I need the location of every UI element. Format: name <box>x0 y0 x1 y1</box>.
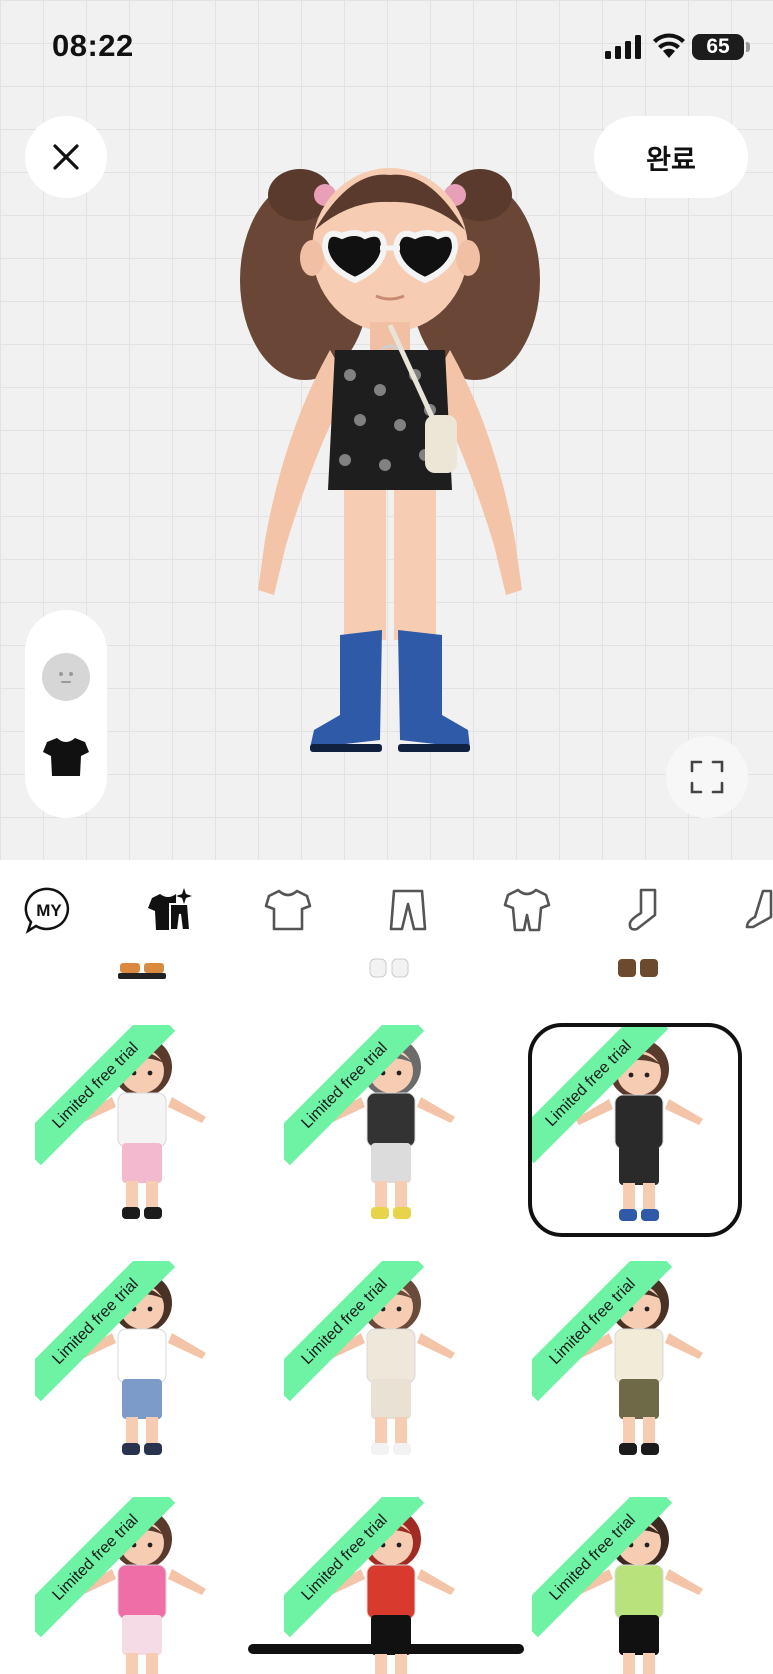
close-button[interactable] <box>25 116 107 198</box>
battery-icon: 65 <box>692 34 744 60</box>
fullscreen-button[interactable] <box>666 736 748 818</box>
outfit-mode-button[interactable] <box>39 730 93 784</box>
outfit-set-icon <box>148 888 192 931</box>
tshirt-icon <box>264 889 312 931</box>
fullscreen-icon <box>690 760 724 794</box>
onepiece-icon <box>503 888 551 932</box>
outfit-card[interactable]: Limited free trial <box>284 1025 498 1239</box>
done-button[interactable]: 완료 <box>594 116 748 198</box>
close-icon <box>53 144 79 170</box>
face-icon <box>59 672 73 683</box>
sock-icon <box>628 888 657 931</box>
battery-level: 65 <box>706 35 730 58</box>
outfit-card[interactable]: Limited free trial <box>528 1023 742 1237</box>
tab-my-label: MY <box>36 901 62 920</box>
outfit-avatar-figure <box>575 1273 703 1455</box>
tab-socks[interactable] <box>617 882 673 938</box>
status-time: 08:22 <box>52 28 134 63</box>
tab-onepiece[interactable] <box>499 882 555 938</box>
view-mode-panel <box>25 610 107 818</box>
outfit-card[interactable]: Limited free trial <box>284 1261 498 1475</box>
battery-tip <box>746 42 750 52</box>
shirt-icon <box>43 738 89 776</box>
tab-outfit-set[interactable] <box>142 882 198 938</box>
outfit-avatar-figure <box>327 1037 455 1219</box>
my-icon: MY <box>24 887 70 934</box>
tab-my[interactable]: MY <box>21 882 77 938</box>
outfit-avatar-figure <box>575 1039 703 1221</box>
outfit-avatar-figure <box>78 1037 206 1219</box>
avatar-preview: 08:22 65 완료 <box>0 0 773 860</box>
outfit-card[interactable]: Limited free trial <box>532 1497 746 1674</box>
outfit-peek-shoes <box>618 959 658 977</box>
outfit-peek-shoes <box>369 958 409 978</box>
home-indicator <box>248 1644 524 1654</box>
tab-bottom[interactable] <box>380 882 436 938</box>
outfit-grid: Limited free trial Limited free trial Limi… <box>0 955 773 1674</box>
wifi-icon <box>653 33 685 58</box>
outfit-card[interactable]: Limited free trial <box>35 1261 249 1475</box>
outfit-peek-shoes <box>118 963 166 979</box>
category-tabs: MY <box>0 860 773 960</box>
face-mode-button[interactable] <box>42 653 90 701</box>
outfit-card[interactable]: Limited free trial <box>532 1261 746 1475</box>
outfit-avatar-figure <box>327 1273 455 1455</box>
pants-icon <box>389 889 427 931</box>
tab-top[interactable] <box>260 882 316 938</box>
outfit-avatar-figure <box>78 1273 206 1455</box>
shoe-icon <box>745 889 773 929</box>
avatar-figure[interactable] <box>230 150 550 820</box>
outfit-avatar-figure <box>78 1509 206 1674</box>
cellular-signal-icon <box>605 35 641 59</box>
outfit-card[interactable]: Limited free trial <box>35 1025 249 1239</box>
status-bar: 08:22 65 <box>0 0 773 95</box>
tab-shoes[interactable] <box>735 882 773 938</box>
outfit-card[interactable]: Limited free trial <box>35 1497 249 1674</box>
outfit-avatar-figure <box>575 1509 703 1674</box>
